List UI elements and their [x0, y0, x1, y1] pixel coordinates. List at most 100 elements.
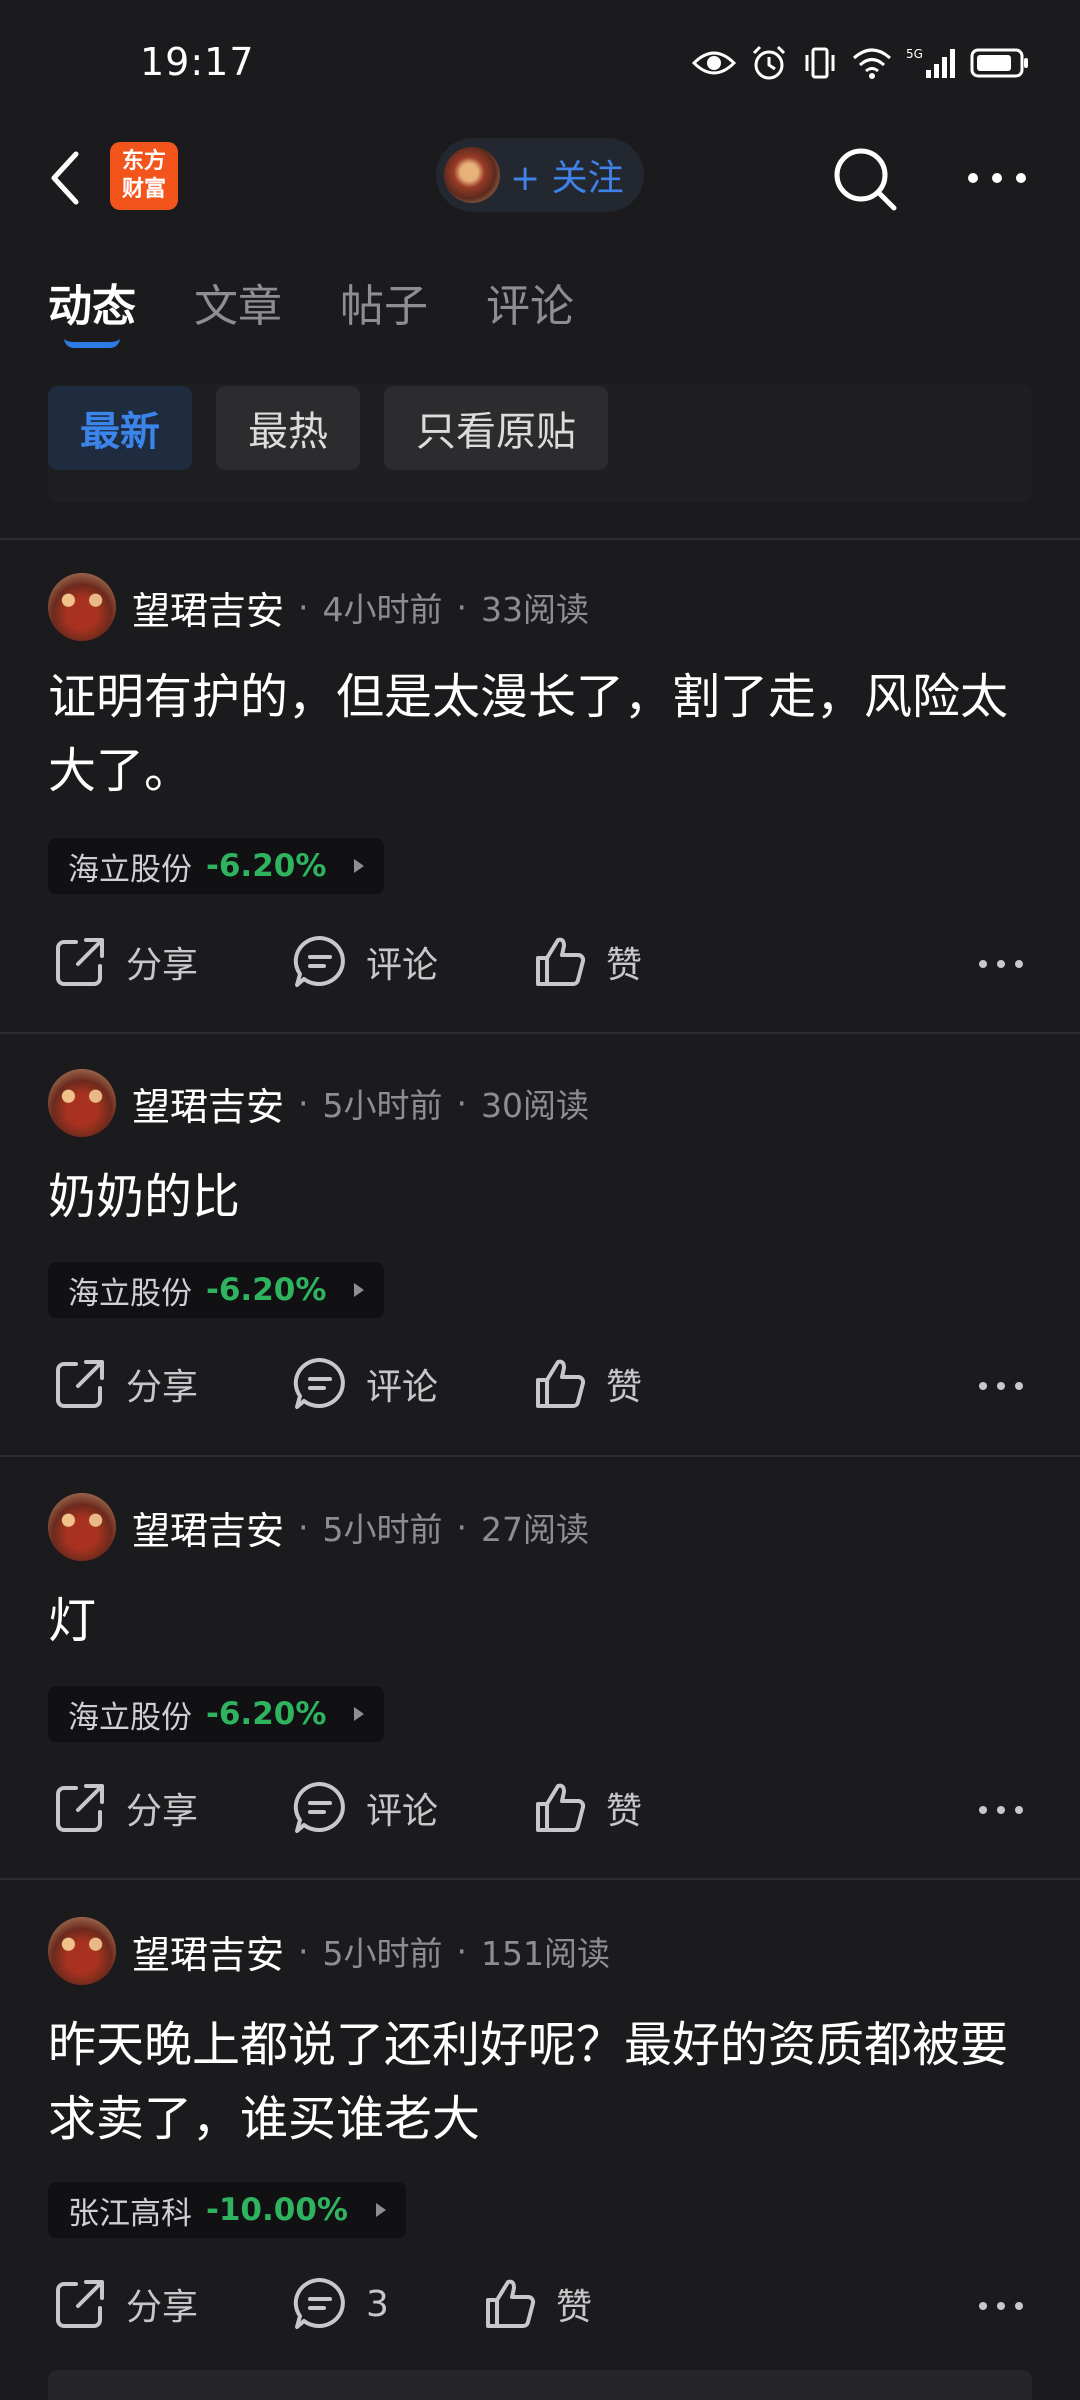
comment-icon — [293, 1781, 345, 1833]
wifi-icon — [853, 48, 891, 79]
tab-label: 帖子 — [340, 281, 428, 332]
thumbs-up-icon — [536, 1359, 586, 1408]
comment-icon — [293, 935, 345, 987]
post-reads: 30阅读 — [481, 1086, 590, 1125]
author-name[interactable]: 望珺吉安 — [132, 1500, 284, 1555]
share-button[interactable]: 分享 — [52, 934, 198, 990]
stock-name: 张江高科 — [68, 2195, 192, 2232]
stock-change: -6.20% — [206, 1272, 327, 1308]
stock-tag[interactable]: 海立股份 -6.20% — [48, 1686, 385, 1742]
filter-chip-original-only[interactable]: 只看原贴 — [384, 386, 608, 470]
tab-articles[interactable]: 文章 — [194, 270, 282, 334]
comment-button[interactable]: 评论 — [292, 1780, 438, 1836]
tab-posts[interactable]: 帖子 — [340, 270, 428, 334]
author-name[interactable]: 望珺吉安 — [132, 580, 284, 635]
post-author-row: 望珺吉安 · 5小时前 · 27阅读 — [48, 1492, 589, 1562]
follow-button[interactable]: + 关注 — [436, 138, 644, 212]
content-tabs: 动态 文章 帖子 评论 — [48, 270, 574, 348]
share-icon — [56, 1360, 104, 1408]
avatar[interactable] — [48, 573, 116, 641]
post-reads: 27阅读 — [481, 1510, 590, 1549]
comment-label: 评论 — [366, 1367, 439, 1408]
post-author-row: 望珺吉安 · 4小时前 · 33阅读 — [48, 572, 589, 642]
like-button[interactable]: 赞 — [532, 1356, 642, 1412]
stock-name: 海立股份 — [68, 851, 192, 888]
tab-comments[interactable]: 评论 — [486, 270, 574, 334]
post-text[interactable]: 昨天晚上都说了还利好呢？最好的资质都被要求卖了，谁买谁老大 — [48, 2008, 1038, 2156]
comment-icon — [293, 2277, 345, 2329]
stock-tag[interactable]: 海立股份 -6.20% — [48, 838, 385, 894]
comment-button[interactable]: 3 — [292, 2276, 389, 2332]
filter-chip-hottest[interactable]: 最热 — [216, 386, 360, 470]
thumbs-up-icon — [536, 1783, 586, 1832]
post-actions: 分享 3 赞 — [0, 2272, 1080, 2342]
more-options-icon[interactable] — [966, 158, 1028, 198]
post-actions: 分享 评论 赞 — [0, 1776, 1080, 1846]
author-name[interactable]: 望珺吉安 — [132, 1076, 284, 1131]
back-arrow-icon[interactable] — [46, 148, 86, 208]
comment-icon — [293, 1357, 345, 1409]
like-button[interactable]: 赞 — [482, 2276, 592, 2332]
signal-5g-icon: 5G — [906, 47, 955, 78]
post-more-icon[interactable] — [978, 1378, 1024, 1394]
separator-dot: · — [298, 587, 309, 627]
post-divider — [0, 1455, 1080, 1457]
status-time: 19:17 — [140, 40, 255, 84]
post-more-icon[interactable] — [978, 2298, 1024, 2314]
top-app-bar: 东方 财富 + 关注 — [0, 130, 1080, 230]
tab-label: 评论 — [486, 281, 574, 332]
logo-line-2: 财富 — [121, 177, 166, 202]
follow-label: + 关注 — [510, 158, 624, 199]
filter-chips: 最新 最热 只看原贴 — [48, 386, 608, 470]
share-button[interactable]: 分享 — [52, 1780, 198, 1836]
avatar[interactable] — [48, 1493, 116, 1561]
post-text[interactable]: 灯 — [48, 1584, 1038, 1658]
tab-label: 文章 — [194, 281, 282, 332]
app-logo[interactable]: 东方 财富 — [110, 142, 178, 210]
like-button[interactable]: 赞 — [532, 934, 642, 990]
post-text[interactable]: 证明有护的，但是太漫长了，割了走，风险太大了。 — [48, 660, 1038, 808]
share-button[interactable]: 分享 — [52, 1356, 198, 1412]
next-post-preview — [48, 2370, 1032, 2400]
search-icon[interactable] — [830, 144, 900, 214]
post-more-icon[interactable] — [978, 1802, 1024, 1818]
comment-label: 评论 — [366, 945, 439, 986]
post-text[interactable]: 奶奶的比 — [48, 1160, 1038, 1234]
like-label: 赞 — [556, 2287, 593, 2328]
stock-change: -6.20% — [206, 848, 327, 884]
comment-button[interactable]: 评论 — [292, 934, 438, 990]
post-time: 5小时前 — [322, 1086, 443, 1125]
divider — [0, 538, 1080, 540]
stock-name: 海立股份 — [68, 1699, 192, 1736]
share-icon — [56, 2280, 104, 2328]
post-more-icon[interactable] — [978, 956, 1024, 972]
separator-dot: · — [456, 1507, 468, 1547]
share-label: 分享 — [126, 1791, 199, 1832]
caret-right-icon — [354, 859, 365, 873]
tab-label: 动态 — [48, 281, 136, 332]
comment-button[interactable]: 评论 — [292, 1356, 438, 1412]
tab-dynamics[interactable]: 动态 — [48, 270, 136, 348]
avatar[interactable] — [48, 1069, 116, 1137]
post-author-row: 望珺吉安 · 5小时前 · 30阅读 — [48, 1068, 589, 1138]
post-reads: 33阅读 — [481, 590, 590, 629]
battery-icon — [970, 48, 1028, 78]
post-actions: 分享 评论 赞 — [0, 930, 1080, 1000]
post-divider — [0, 1032, 1080, 1034]
share-label: 分享 — [126, 2287, 199, 2328]
separator-dot: · — [298, 1931, 309, 1971]
like-button[interactable]: 赞 — [532, 1780, 642, 1836]
post-divider — [0, 1878, 1080, 1880]
stock-tag[interactable]: 海立股份 -6.20% — [48, 1262, 385, 1318]
avatar[interactable] — [48, 1917, 116, 1985]
comment-label: 评论 — [366, 1791, 439, 1832]
author-name[interactable]: 望珺吉安 — [132, 1924, 284, 1979]
separator-dot: · — [456, 1931, 468, 1971]
like-label: 赞 — [606, 1791, 643, 1832]
separator-dot: · — [456, 1083, 468, 1123]
filter-chip-latest[interactable]: 最新 — [48, 386, 192, 470]
status-icons: 5G — [692, 44, 1030, 82]
share-icon — [56, 1784, 104, 1832]
share-button[interactable]: 分享 — [52, 2276, 198, 2332]
stock-tag[interactable]: 张江高科 -10.00% — [48, 2182, 406, 2238]
